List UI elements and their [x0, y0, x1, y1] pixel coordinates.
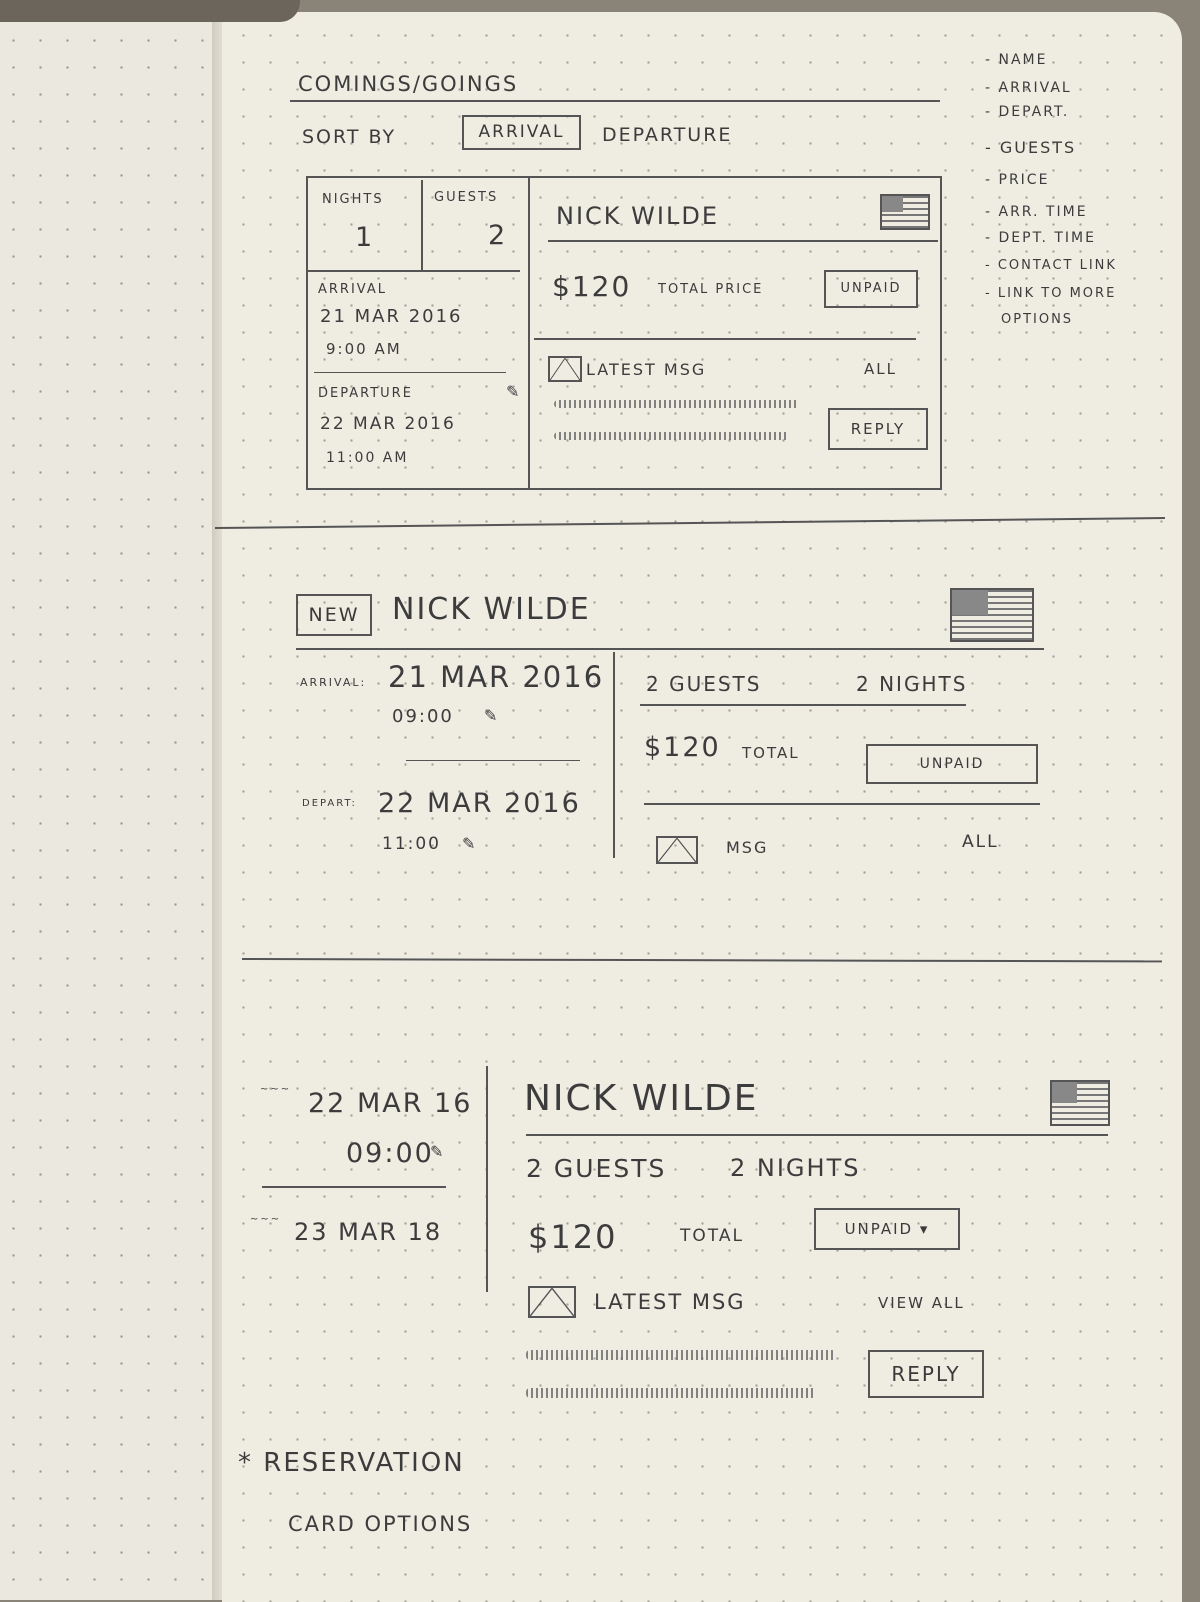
left-notebook-page [0, 0, 218, 1600]
note-contact-link: - CONTACT LINK [985, 258, 1117, 273]
card1-name-underline [548, 240, 938, 242]
card3-name-underline [526, 1134, 1108, 1136]
card2-all-messages-link[interactable]: ALL [962, 832, 999, 852]
card1-latest-msg-label: LATEST MSG [586, 360, 707, 379]
card3-arrival-date: 22 MAR 16 [308, 1088, 473, 1119]
card2-price-label: TOTAL [742, 744, 800, 762]
card2-nights: 2 NIGHTS [856, 672, 968, 696]
card2-arrival-divider [406, 760, 580, 761]
footnote-line-2: CARD OPTIONS [288, 1512, 473, 1536]
card2-stay-underline [640, 704, 966, 706]
note-dept-time: - DEPT. TIME [985, 230, 1096, 246]
card3-unpaid-status-dropdown[interactable]: UNPAID ▾ [814, 1208, 960, 1250]
card1-summary-underline [306, 270, 520, 272]
page-title: COMINGS/GOINGS [298, 72, 519, 96]
card1-reply-button[interactable]: REPLY [828, 408, 928, 450]
note-arr-time: - ARR. TIME [985, 204, 1088, 220]
note-arrival: - ARRIVAL [985, 80, 1072, 96]
card2-edit-arrival-icon[interactable]: ✎ [484, 706, 497, 725]
card1-arrival-date: 21 MAR 2016 [320, 306, 463, 327]
card2-price: $120 [644, 732, 721, 763]
card3-price: $120 [528, 1218, 618, 1256]
card2-unpaid-status[interactable]: UNPAID [866, 744, 1038, 784]
card3-reply-button[interactable]: REPLY [868, 1350, 984, 1398]
note-guests: - GUESTS [985, 138, 1077, 157]
sort-departure-button[interactable]: DEPARTURE [602, 124, 732, 146]
card1-price: $120 [552, 270, 632, 303]
note-depart: - DEPART. [985, 104, 1070, 120]
card1-nights-value: 1 [355, 222, 375, 253]
card2-departure-time: 11:00 [382, 834, 441, 854]
card3-latest-msg-label: LATEST MSG [594, 1290, 746, 1314]
card3-view-all-link[interactable]: VIEW ALL [878, 1294, 965, 1312]
card2-departure-label: DEPART: [302, 798, 357, 809]
card1-guests-label: GUESTS [434, 190, 499, 205]
note-link-more: - LINK TO MORE [985, 286, 1117, 301]
note-price: - PRICE [985, 172, 1050, 188]
card1-mail-icon [548, 356, 582, 382]
card1-arrival-divider [314, 372, 506, 373]
card1-nights-guests-divider [421, 180, 423, 270]
chevron-down-icon: ▾ [919, 1220, 930, 1238]
card2-msg-label: MSG [726, 838, 769, 857]
card1-price-label: TOTAL PRICE [658, 282, 764, 297]
card1-edit-departure-icon[interactable]: ✎ [506, 382, 519, 401]
card1-flag-icon [880, 194, 930, 230]
card3-departure-icon: ~~~ [250, 1214, 282, 1225]
card3-status-text: UNPAID [844, 1220, 914, 1238]
card3-price-label: TOTAL [680, 1226, 744, 1246]
card3-message-line-1 [526, 1350, 836, 1360]
card3-departure-date: 23 MAR 18 [294, 1218, 443, 1246]
card1-unpaid-status[interactable]: UNPAID [824, 270, 918, 308]
card3-guest-name[interactable]: NICK WILDE [524, 1078, 758, 1119]
card3-guests: 2 GUESTS [526, 1154, 667, 1183]
card3-flag-icon [1050, 1080, 1110, 1126]
card1-divider [528, 176, 530, 488]
card3-edit-arrival-icon[interactable]: ✎ [430, 1142, 443, 1161]
sort-by-label: SORT BY [302, 126, 397, 148]
footnote-line-1: * RESERVATION [238, 1448, 465, 1478]
card2-edit-departure-icon[interactable]: ✎ [462, 834, 475, 853]
card2-new-badge: NEW [296, 594, 372, 636]
card3-message-line-2 [526, 1388, 816, 1398]
card2-name-underline [296, 648, 1044, 650]
card2-price-divider [644, 803, 1040, 805]
card3-arrival-icon: ~~~ [260, 1084, 292, 1095]
card2-arrival-time: 09:00 [392, 706, 454, 727]
card2-flag-icon [950, 588, 1034, 642]
thumb [0, 0, 300, 22]
card3-arrival-time: 09:00 [346, 1138, 434, 1169]
card1-departure-time: 11:00 AM [326, 450, 409, 466]
card3-mail-icon [528, 1286, 576, 1318]
card1-message-line-2 [554, 432, 789, 440]
card3-nights: 2 NIGHTS [730, 1154, 861, 1182]
note-options: OPTIONS [1001, 312, 1074, 327]
card2-arrival-label: ARRIVAL: [300, 676, 367, 689]
card3-divider [486, 1066, 488, 1292]
card2-departure-date: 22 MAR 2016 [378, 788, 581, 819]
card1-departure-label: DEPARTURE [318, 386, 413, 401]
card1-departure-date: 22 MAR 2016 [320, 414, 456, 434]
card1-arrival-label: ARRIVAL [318, 282, 387, 297]
card1-arrival-time: 9:00 AM [326, 340, 402, 358]
card1-all-messages-link[interactable]: ALL [864, 360, 897, 378]
card2-divider [613, 652, 615, 858]
card3-arrival-divider [262, 1186, 446, 1188]
card1-nights-label: NIGHTS [322, 192, 384, 207]
card1-message-line-1 [554, 400, 799, 408]
card2-guest-name[interactable]: NICK WILDE [392, 592, 591, 627]
card2-arrival-date: 21 MAR 2016 [388, 660, 605, 694]
title-underline [290, 100, 940, 102]
card2-mail-icon [656, 836, 698, 864]
card1-price-divider [534, 338, 916, 340]
card1-guests-value: 2 [488, 220, 508, 251]
note-name: - NAME [985, 52, 1048, 68]
card1-guest-name[interactable]: NICK WILDE [556, 202, 719, 230]
sort-arrival-button[interactable]: ARRIVAL [462, 115, 581, 150]
card2-guests: 2 GUESTS [646, 672, 762, 696]
